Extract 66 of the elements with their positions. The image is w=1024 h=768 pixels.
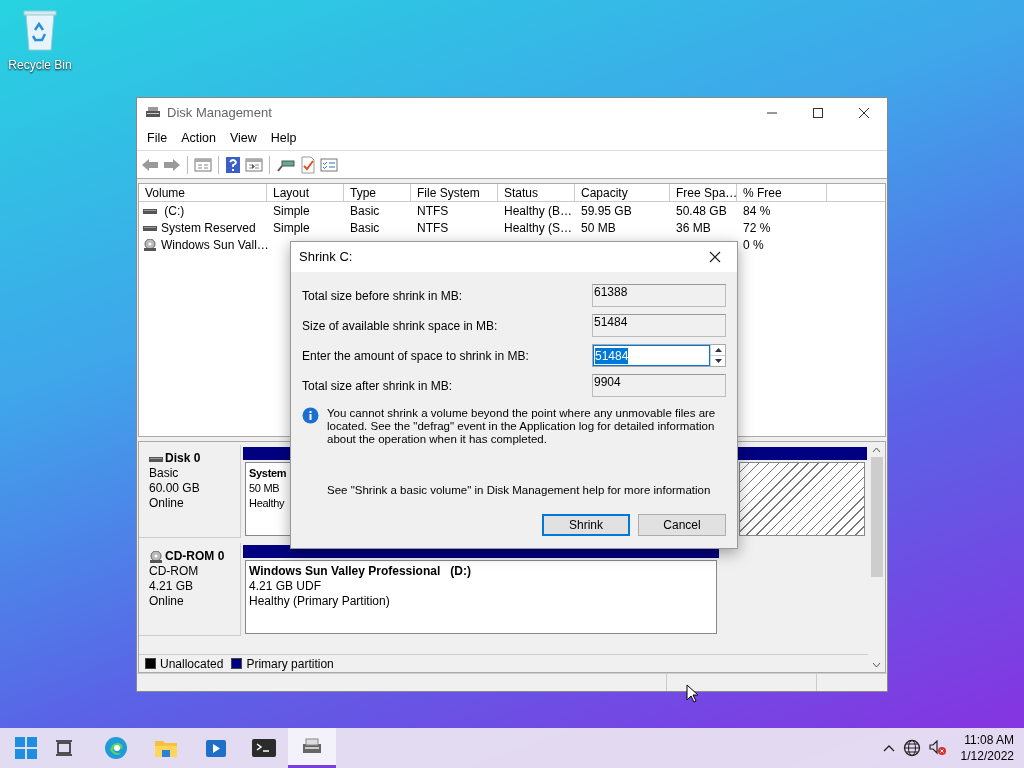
menu-item[interactable]: View	[223, 129, 263, 148]
partition-title: Windows Sun Valley Professional (D:)	[249, 564, 472, 579]
menu-item[interactable]: Help	[264, 129, 303, 148]
partition-info: 4.21 GB UDF	[249, 579, 323, 594]
table-cell-text: (C:)	[163, 202, 185, 220]
legend-label: Unallocated	[160, 655, 224, 673]
table-cell-text: NTFS	[417, 202, 449, 220]
table-cell-text: 84 %	[743, 202, 771, 220]
column-header[interactable]: Type	[344, 184, 411, 201]
column-header[interactable]: Volume	[139, 184, 267, 201]
column-header[interactable]: % Free	[737, 184, 827, 201]
shrink-amount-spinbox[interactable]: 51484	[592, 344, 726, 367]
disk-type: CD-ROM	[149, 564, 200, 579]
table-cell-text: Simple	[273, 202, 310, 220]
table-cell-text: NTFS	[417, 219, 449, 237]
column-header[interactable]: Status	[498, 184, 575, 201]
table-cell-text: 0 %	[743, 236, 764, 254]
readonly-field: 61388	[592, 284, 726, 307]
disk-name: CD-ROM 0	[165, 549, 225, 564]
dialog-title: Shrink C:	[299, 248, 353, 267]
partition-info: Healthy	[249, 496, 286, 511]
menu-item[interactable]: File	[141, 129, 174, 148]
field-label: Total size after shrink in MB:	[302, 377, 453, 395]
readonly-field: 9904	[592, 374, 726, 397]
partition-title: System	[249, 466, 288, 481]
menu-item[interactable]: Action	[175, 129, 222, 148]
clock-date[interactable]: 1/12/2022	[960, 748, 1014, 764]
dialog-button[interactable]: Shrink	[542, 514, 630, 536]
table-cell-text: 50.48 GB	[676, 202, 727, 220]
disk-size: 60.00 GB	[149, 481, 201, 496]
disk-size: 4.21 GB	[149, 579, 195, 594]
table-cell-text: Basic	[350, 202, 380, 220]
disk-status: Online	[149, 496, 185, 511]
legend-label: Primary partition	[246, 655, 334, 673]
column-header[interactable]: Layout	[267, 184, 344, 201]
table-cell-text: 36 MB	[676, 219, 711, 237]
disk-label-panel[interactable]: CD-ROM 0 CD-ROM 4.21 GB Online	[139, 543, 241, 636]
table-cell-text: Basic	[350, 219, 380, 237]
partition-info: 50 MB	[249, 481, 281, 496]
disk-label-panel[interactable]: Disk 0 Basic 60.00 GB Online	[139, 445, 241, 538]
clock-time[interactable]: 11:08 AM	[964, 732, 1014, 748]
partition-info: Healthy (Primary Partition)	[249, 594, 391, 609]
field-label: Size of available shrink space in MB:	[302, 317, 498, 335]
table-cell-text: 50 MB	[581, 219, 616, 237]
column-header[interactable]: File System	[411, 184, 498, 201]
info-text: You cannot shrink a volume beyond the point where any unmovable files are located. See the "defrag" event in the Application log for detailed information about the operation when it has completed.	[327, 407, 717, 446]
help-text: See "Shrink a basic volume" in Disk Management help for more information	[326, 483, 712, 498]
column-header[interactable]: Capacity	[575, 184, 670, 201]
table-cell-text: 59.95 GB	[581, 202, 632, 220]
table-cell-text: Simple	[273, 219, 310, 237]
disk-status: Online	[149, 594, 185, 609]
partition[interactable]: Windows Sun Valley Professional (D:) 4.21 GB UDF Healthy (Primary Partition)	[245, 560, 717, 634]
field-label: Enter the amount of space to shrink in MB:	[302, 347, 529, 365]
dialog-button[interactable]: Cancel	[638, 514, 726, 536]
disk-name: Disk 0	[165, 451, 201, 466]
column-header[interactable]: Free Spa…	[670, 184, 737, 201]
table-cell-text: 72 %	[743, 219, 771, 237]
table-cell-text: Healthy (S…	[504, 219, 573, 237]
icon-label: Recycle Bin	[8, 57, 72, 74]
readonly-field: 51484	[592, 314, 726, 337]
field-label: Total size before shrink in MB:	[302, 287, 463, 305]
window-title: Disk Management	[167, 103, 272, 122]
disk-type: Basic	[149, 466, 180, 481]
table-cell-text: System Reserved	[161, 219, 256, 237]
table-cell-text: Healthy (B…	[504, 202, 573, 220]
table-cell-text: Windows Sun Vall…	[161, 236, 269, 254]
